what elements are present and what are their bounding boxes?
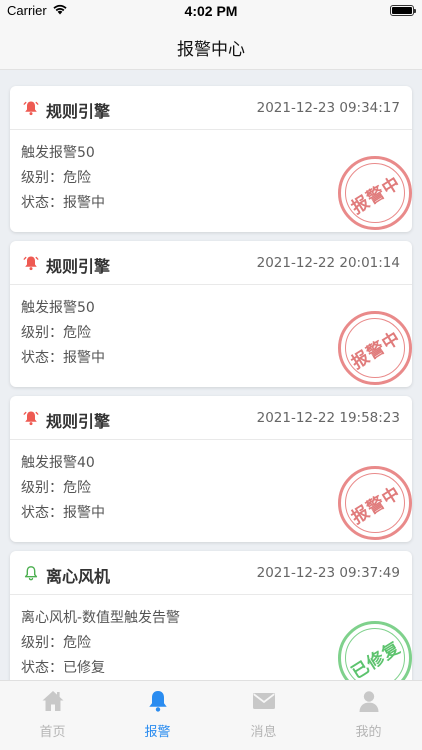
alarm-source-name: 规则引擎 — [46, 412, 111, 431]
alarm-state: 状态：已修复 — [21, 660, 105, 676]
stamp-text: 报警中 — [348, 327, 405, 373]
alarm-timestamp: 2021-12-23 09:37:49 — [256, 565, 400, 581]
alarm-card[interactable]: 规则引擎 2021-12-22 19:58:23 触发报警40 级别：危险 状态… — [10, 396, 412, 542]
alarm-status-stamp: 报警中 — [338, 156, 412, 230]
alarm-description: 触发报警50 — [21, 145, 95, 161]
resolved-bell-icon — [24, 566, 38, 581]
alarm-status-stamp: 报警中 — [338, 311, 412, 385]
alarm-status-stamp: 报警中 — [338, 466, 412, 540]
bell-icon — [149, 691, 167, 712]
alarm-level: 级别：危险 — [21, 170, 91, 186]
user-icon — [359, 691, 379, 712]
stamp-text: 报警中 — [348, 172, 405, 218]
alarm-timestamp: 2021-12-22 20:01:14 — [256, 255, 400, 271]
alarm-bell-icon — [23, 101, 39, 116]
alarm-source-name: 规则引擎 — [46, 102, 111, 121]
alarm-card-header: 规则引擎 2021-12-23 09:34:17 — [10, 86, 412, 130]
tab-bar: 首页 报警 消息 我的 — [0, 680, 422, 750]
alarm-description: 触发报警40 — [21, 455, 95, 471]
alarm-state: 状态：报警中 — [21, 505, 105, 521]
clock: 4:02 PM — [184, 3, 238, 19]
tab-profile[interactable]: 我的 — [316, 681, 421, 750]
tab-messages[interactable]: 消息 — [211, 681, 316, 750]
alarm-bell-icon — [23, 411, 39, 426]
alarm-state: 状态：报警中 — [21, 195, 105, 211]
alarm-source-name: 离心风机 — [46, 567, 111, 586]
tab-home[interactable]: 首页 — [0, 681, 105, 750]
resolved-status-stamp: 已修复 — [338, 621, 412, 680]
alarm-timestamp: 2021-12-22 19:58:23 — [256, 410, 400, 426]
alarm-level: 级别：危险 — [21, 480, 91, 496]
alarm-card[interactable]: 离心风机 2021-12-23 09:37:49 离心风机-数值型触发告警 级别… — [10, 551, 412, 680]
alarm-state: 状态：报警中 — [21, 350, 105, 366]
alarm-card[interactable]: 规则引擎 2021-12-23 09:34:17 触发报警50 级别：危险 状态… — [10, 86, 412, 232]
battery-icon — [390, 5, 416, 16]
stamp-text: 已修复 — [348, 637, 405, 680]
alarm-description: 触发报警50 — [21, 300, 95, 316]
alarm-timestamp: 2021-12-23 09:34:17 — [256, 100, 400, 116]
alarm-bell-icon — [23, 256, 39, 271]
alarm-list[interactable]: 规则引擎 2021-12-23 09:34:17 触发报警50 级别：危险 状态… — [0, 70, 422, 680]
tab-messages-label: 消息 — [250, 725, 277, 740]
page-title: 报警中心 — [177, 40, 245, 60]
alarm-card-header: 规则引擎 2021-12-22 19:58:23 — [10, 396, 412, 440]
alarm-card[interactable]: 规则引擎 2021-12-22 20:01:14 触发报警50 级别：危险 状态… — [10, 241, 412, 387]
tab-alarm-label: 报警 — [144, 725, 171, 740]
status-bar: Carrier 4:02 PM — [0, 0, 422, 22]
home-icon — [42, 691, 64, 711]
alarm-card-header: 规则引擎 2021-12-22 20:01:14 — [10, 241, 412, 285]
stamp-text: 报警中 — [348, 482, 405, 528]
navigation-bar: 报警中心 — [0, 22, 422, 70]
alarm-level: 级别：危险 — [21, 325, 91, 341]
tab-home-label: 首页 — [39, 725, 66, 740]
tab-alarm[interactable]: 报警 — [105, 681, 210, 750]
alarm-description: 离心风机-数值型触发告警 — [21, 610, 181, 626]
tab-profile-label: 我的 — [355, 725, 382, 740]
alarm-source-name: 规则引擎 — [46, 257, 111, 276]
alarm-level: 级别：危险 — [21, 635, 91, 651]
mail-icon — [253, 693, 275, 709]
alarm-card-header: 离心风机 2021-12-23 09:37:49 — [10, 551, 412, 595]
